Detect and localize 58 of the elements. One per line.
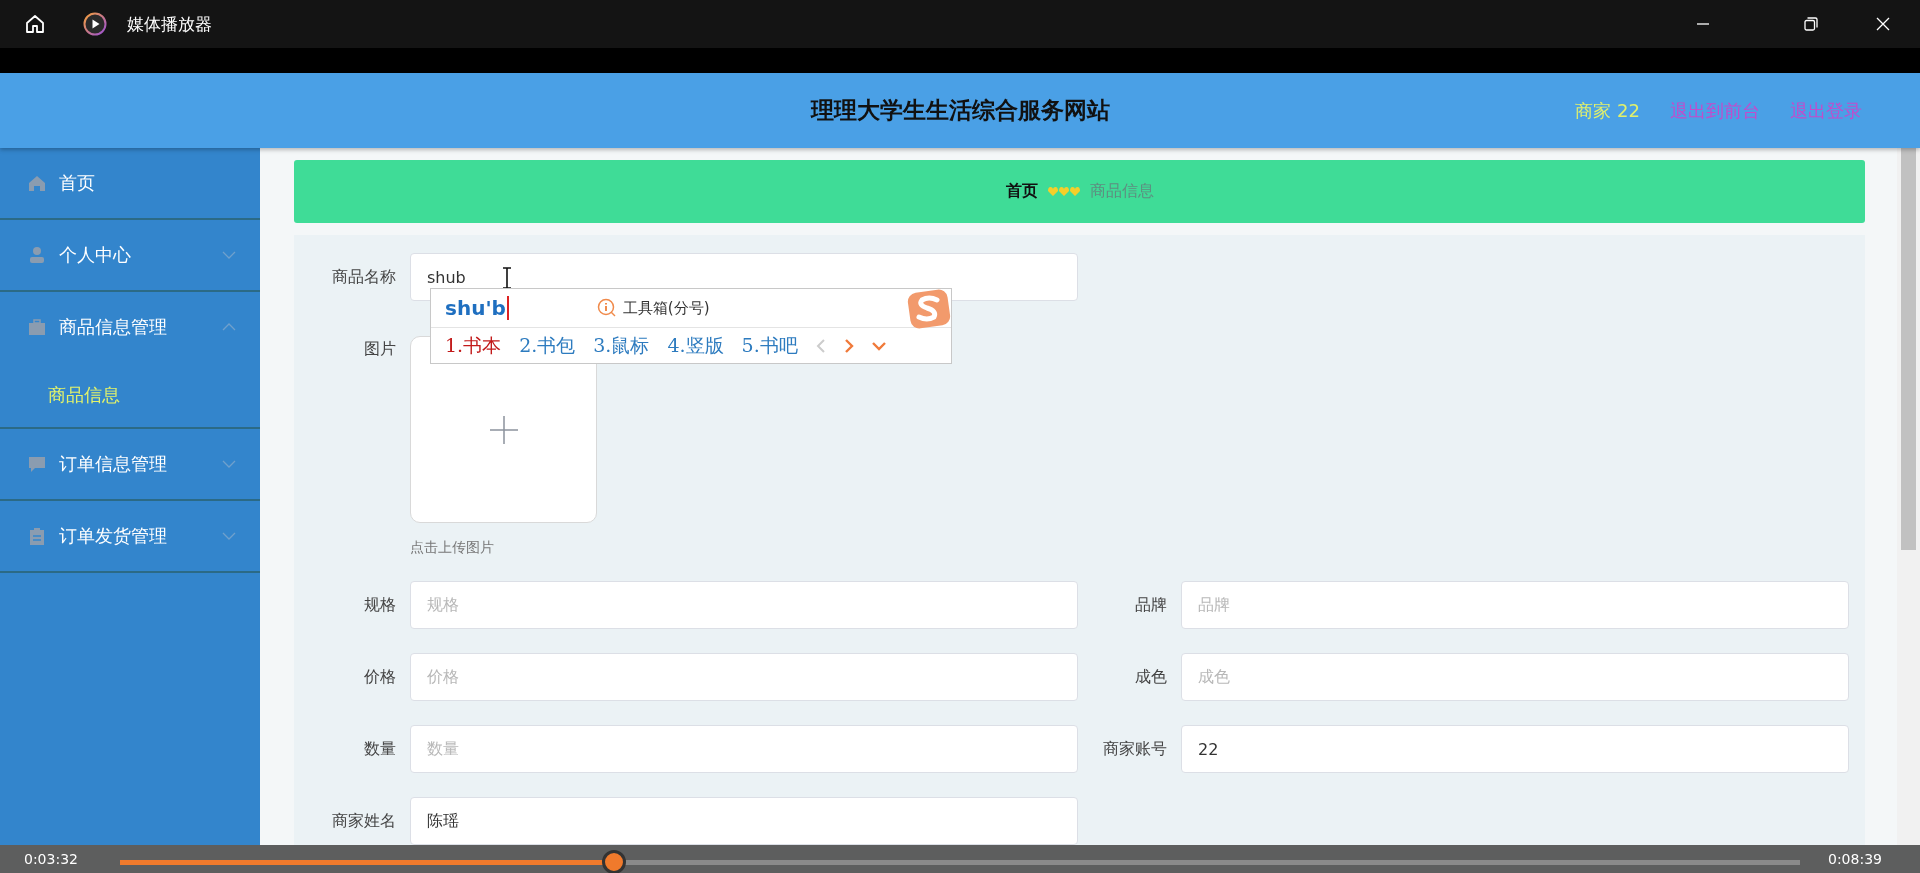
ime-candidate[interactable]: 1.书本	[445, 333, 502, 359]
home-icon	[28, 174, 46, 192]
sidebar-item[interactable]: 商品信息管理	[0, 292, 260, 362]
scrollbar[interactable]	[1897, 148, 1920, 845]
clipboard-icon	[28, 527, 46, 545]
field-label: 规格	[363, 594, 396, 616]
input-field[interactable]: 22	[1181, 725, 1849, 773]
user-label: 商家 22	[1575, 98, 1640, 123]
chat-icon	[28, 455, 46, 473]
menu-label: 个人中心	[59, 243, 131, 267]
previous-icon[interactable]	[815, 339, 826, 353]
field-label: 成色	[1134, 666, 1167, 688]
ime-candidate[interactable]: 3.鼠标	[593, 333, 650, 359]
field-label: 商品名称	[331, 266, 396, 288]
field-label: 品牌	[1134, 594, 1167, 616]
field-label: 价格	[363, 666, 396, 688]
close-icon[interactable]	[1876, 17, 1890, 31]
breadcrumb-link[interactable]: 首页	[1005, 181, 1038, 202]
field-label: 图片	[363, 338, 396, 360]
info-icon	[596, 298, 617, 318]
elapsed-time: 0:03:32	[24, 851, 79, 867]
ime-toolbox-label[interactable]: 工具箱(分号)	[622, 298, 710, 318]
person-icon	[28, 246, 46, 264]
menu-label: 订单发货管理	[59, 524, 167, 548]
ime-candidate[interactable]: 5.书吧	[741, 333, 798, 359]
sidebar-item[interactable]: 个人中心	[0, 220, 260, 290]
plus-icon	[489, 415, 518, 444]
next-icon[interactable]	[843, 339, 854, 353]
upload-hint: 点击上传图片	[410, 539, 495, 557]
breadcrumb-current: 商品信息	[1089, 181, 1154, 202]
text-cursor-icon	[502, 267, 512, 289]
ime-candidate[interactable]: 2.书包	[519, 333, 576, 359]
field-label: 数量	[363, 738, 396, 760]
window-title: 媒体播放器	[127, 12, 212, 36]
input-field[interactable]: 品牌	[1181, 581, 1849, 629]
input-field[interactable]: 规格	[410, 581, 1078, 629]
sidebar-item[interactable]: 首页	[0, 148, 260, 218]
sidebar-item[interactable]: 订单发货管理	[0, 501, 260, 571]
input-field[interactable]: 价格	[410, 653, 1078, 701]
sidebar-item[interactable]: 订单信息管理	[0, 429, 260, 499]
menu-label: 订单信息管理	[59, 452, 167, 476]
ime-candidate[interactable]: 4.竖版	[667, 333, 724, 359]
restore-icon[interactable]	[1804, 17, 1818, 31]
field-label: 商家账号	[1102, 738, 1167, 760]
input-field[interactable]: 陈瑶	[410, 797, 1078, 845]
hearts-icon	[1047, 186, 1080, 197]
submenu-item[interactable]: 商品信息	[0, 362, 120, 427]
menu-label: 首页	[59, 171, 95, 195]
play-logo-icon	[83, 12, 107, 36]
site-title: 理理大学生生活综合服务网站	[810, 96, 1110, 125]
input-field[interactable]: 成色	[1181, 653, 1849, 701]
field-label: 商家姓名	[331, 810, 396, 832]
input-field[interactable]: 数量	[410, 725, 1078, 773]
briefcase-icon	[28, 318, 46, 336]
expand-icon[interactable]	[871, 341, 886, 351]
menu-label: 商品信息管理	[59, 315, 167, 339]
home-icon[interactable]	[24, 13, 46, 35]
total-time: 0:08:39	[1828, 851, 1883, 867]
